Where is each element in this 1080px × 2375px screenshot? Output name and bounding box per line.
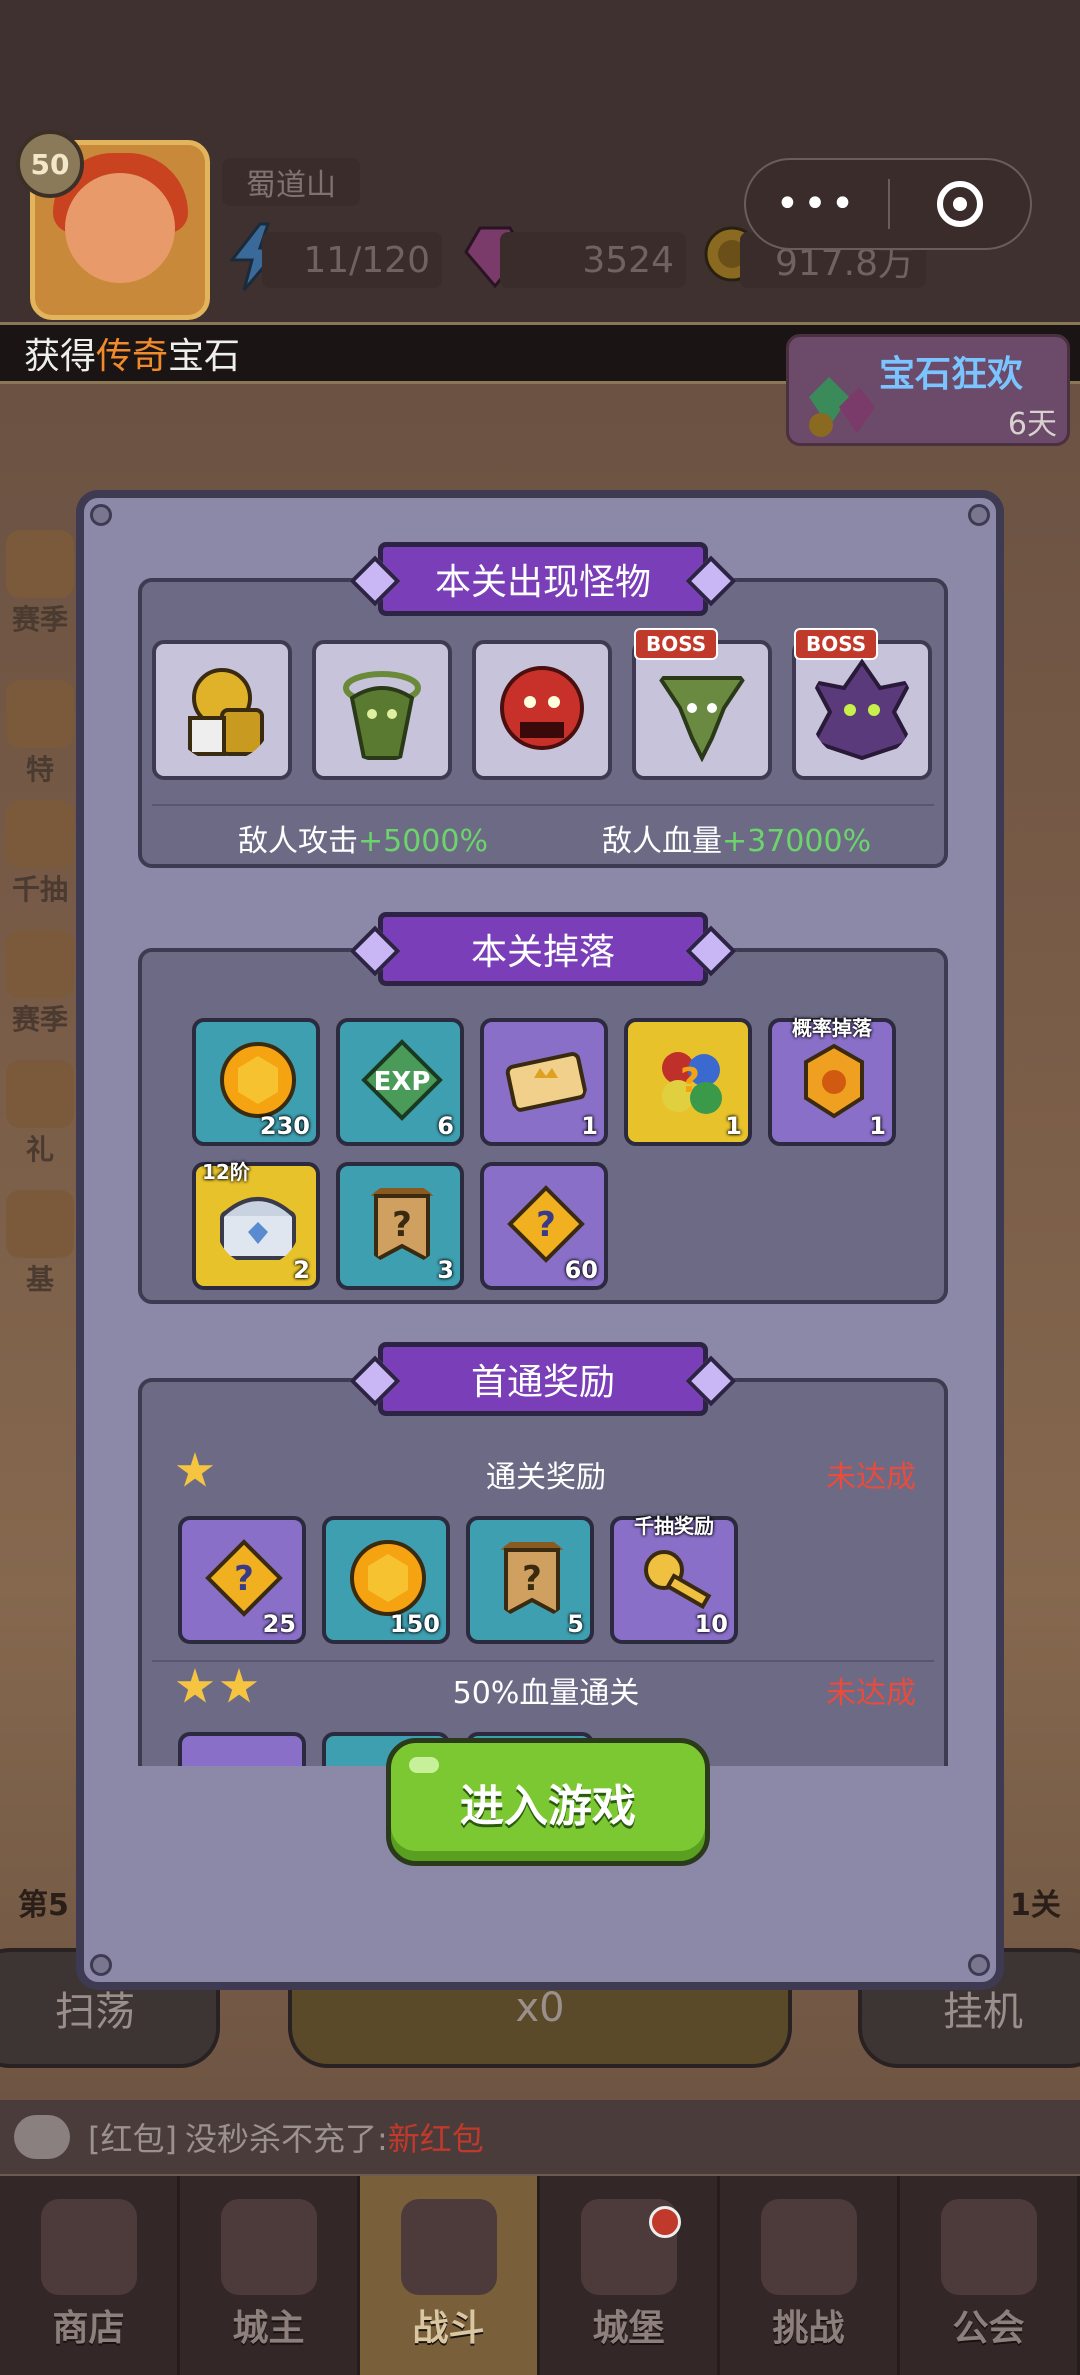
drop-gold-coin[interactable]: 230 <box>192 1018 320 1146</box>
monster-green-wraith[interactable] <box>312 640 452 780</box>
notice-highlight: 传奇 <box>96 336 169 377</box>
energy-value: 11/120 <box>262 232 442 288</box>
first-clear-section: 通关奖励 未达成 ? 25 150 ? 5 千抽奖励 10 50%血量通关 未达… <box>138 1378 948 1766</box>
drop-random-gem-bag[interactable]: ? 1 <box>624 1018 752 1146</box>
drop-orange-emblem[interactable]: 概率掉落 1 <box>768 1016 896 1146</box>
side-item-fund[interactable]: 基 <box>0 1190 80 1320</box>
reward-row-clear: 通关奖励 未达成 <box>176 1450 916 1496</box>
enter-game-button[interactable]: 进入游戏 <box>386 1738 710 1866</box>
svg-text:?: ? <box>522 1559 542 1599</box>
svg-text:?: ? <box>234 1559 254 1599</box>
side-item-gift[interactable]: 礼 <box>0 1060 80 1190</box>
mini-program-capsule: ••• <box>744 158 1032 250</box>
drop-silver-chest[interactable]: 12阶 2 <box>192 1160 320 1290</box>
crossed-swords-icon <box>400 2199 497 2295</box>
gem-carnival-event-button[interactable]: 宝石狂欢 6天 <box>786 334 1070 446</box>
reward-mystery-banner[interactable]: ? 5 <box>466 1516 594 1644</box>
rivet <box>90 1954 112 1976</box>
gem-value: 3524 <box>500 232 686 288</box>
svg-text:?: ? <box>536 1205 556 1245</box>
drop-exp[interactable]: EXP 6 <box>336 1018 464 1146</box>
drop-crown-ticket[interactable]: 1 <box>480 1018 608 1146</box>
monster-purple-boss[interactable]: BOSS <box>792 628 932 780</box>
reward-row-status: 未达成 <box>826 1676 916 1711</box>
side-item-season[interactable]: 赛季 <box>0 530 80 660</box>
side-item-special[interactable]: 特 <box>0 680 80 810</box>
reward-partial-item[interactable] <box>178 1732 306 1766</box>
reward-gold-key[interactable]: 千抽奖励 10 <box>610 1514 738 1644</box>
demon-mask-icon <box>760 2199 857 2295</box>
chance-drop-tag: 概率掉落 <box>792 1016 872 1040</box>
tab-lord[interactable]: 城主 <box>180 2176 360 2375</box>
enemy-hp-stat: 敌人血量+37000% <box>602 824 872 859</box>
tab-shop[interactable]: 商店 <box>0 2176 180 2375</box>
rivet <box>968 504 990 526</box>
first-clear-section-title: 首通奖励 <box>378 1342 708 1416</box>
stage-info-dialog: BOSS BOSS 敌人攻击+5000% 敌人血量+37000% 本关出现怪物 … <box>76 490 1004 1990</box>
svg-text:?: ? <box>392 1205 412 1245</box>
svg-text:?: ? <box>680 1061 700 1101</box>
notification-dot <box>649 2206 681 2238</box>
tab-battle[interactable]: 战斗 <box>360 2176 540 2375</box>
svg-text:EXP: EXP <box>374 1067 431 1097</box>
monsters-section: BOSS BOSS 敌人攻击+5000% 敌人血量+37000% <box>138 578 948 868</box>
monster-tornado-boss[interactable]: BOSS <box>632 628 772 780</box>
reward-puzzle-piece[interactable]: ? 25 <box>178 1516 306 1644</box>
drops-section: 230 EXP 6 1 ? 1 概率掉落 1 12阶 2 ? 3 ? 60 <box>138 948 948 1304</box>
tier-tag: 12阶 <box>202 1160 250 1184</box>
side-item-season-pass[interactable]: 赛季 <box>0 930 80 1060</box>
thousand-draw-tag: 千抽奖励 <box>634 1514 714 1538</box>
rivet <box>968 1954 990 1976</box>
tab-challenge[interactable]: 挑战 <box>720 2176 900 2375</box>
tab-guild[interactable]: 公会 <box>900 2176 1080 2375</box>
chat-ticker[interactable]: [红包] 没秒杀不充了: 新红包 <box>0 2100 1080 2174</box>
shop-icon <box>40 2199 137 2295</box>
divider <box>152 1660 934 1662</box>
reward-row-title: 50%血量通关 <box>452 1676 640 1711</box>
more-menu-icon[interactable]: ••• <box>746 184 888 224</box>
event-title: 宝石狂欢 <box>879 354 1024 395</box>
drops-section-title: 本关掉落 <box>378 912 708 986</box>
notice-suffix: 宝石 <box>168 336 241 377</box>
reward-row-half-hp: 50%血量通关 未达成 <box>176 1666 916 1712</box>
monster-red-ogre[interactable] <box>472 640 612 780</box>
monster-golden-knight[interactable] <box>152 640 292 780</box>
drop-puzzle-piece[interactable]: ? 60 <box>480 1162 608 1290</box>
side-item-thousand-draw[interactable]: 千抽 <box>0 800 80 930</box>
event-days-left: 6天 <box>1007 407 1057 442</box>
stage-label-right: 1关 <box>1010 1888 1061 1923</box>
guild-banner-icon <box>940 2199 1037 2295</box>
player-name: 蜀道山 <box>222 158 360 206</box>
reward-row-title: 通关奖励 <box>486 1460 606 1495</box>
divider <box>152 804 934 806</box>
enemy-attack-stat: 敌人攻击+5000% <box>238 824 488 859</box>
notice-prefix: 获得 <box>24 336 97 377</box>
drop-mystery-banner[interactable]: ? 3 <box>336 1162 464 1290</box>
player-level-badge: 50 <box>16 130 84 198</box>
boss-tag: BOSS <box>794 628 879 660</box>
reward-gold-coin[interactable]: 150 <box>322 1516 450 1644</box>
crown-icon <box>220 2199 317 2295</box>
boss-tag: BOSS <box>634 628 719 660</box>
close-target-icon[interactable] <box>890 181 1030 227</box>
chat-text: 没秒杀不充了: <box>184 2120 388 2158</box>
reward-row-status: 未达成 <box>826 1460 916 1495</box>
chat-bubble-icon <box>14 2115 70 2159</box>
stage-label-left: 第5 <box>18 1888 69 1923</box>
tab-castle[interactable]: 城堡 <box>540 2176 720 2375</box>
monsters-section-title: 本关出现怪物 <box>378 542 708 616</box>
rivet <box>90 504 112 526</box>
chat-tag: [红包] <box>88 2120 177 2158</box>
bottom-tab-bar: 商店 城主 战斗 城堡 挑战 公会 <box>0 2176 1080 2375</box>
avatar-face <box>65 173 175 283</box>
chat-highlight: 新红包 <box>387 2120 484 2158</box>
stamina-cost: x0 <box>515 1985 565 2031</box>
